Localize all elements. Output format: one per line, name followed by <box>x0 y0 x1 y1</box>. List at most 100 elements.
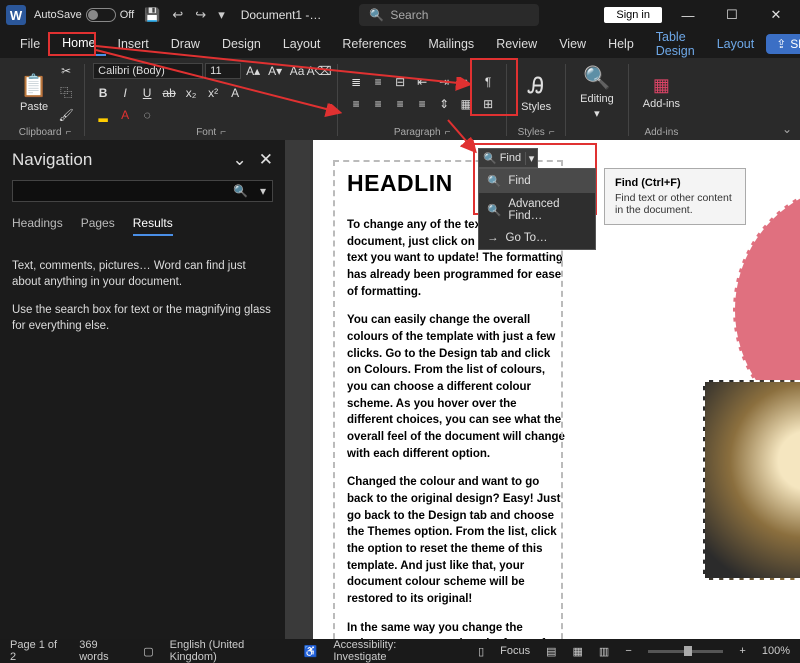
focus-mode-icon[interactable]: ▯ <box>478 645 484 658</box>
search-icon[interactable]: 🔍 <box>227 184 254 198</box>
minimize-button[interactable]: — <box>670 8 706 23</box>
justify-button[interactable]: ≡ <box>412 94 432 114</box>
chevron-down-icon[interactable]: ⌄ <box>233 150 247 170</box>
font-color-button[interactable]: A <box>115 105 135 125</box>
change-case-button[interactable]: Aa <box>287 61 307 81</box>
numbering-button[interactable]: ≡ <box>368 72 388 92</box>
food-image-placeholder[interactable] <box>703 380 800 580</box>
zoom-slider[interactable] <box>648 650 724 653</box>
styles-button[interactable]: Ꭿ Styles <box>515 69 557 117</box>
clear-format-button[interactable]: A⌫ <box>309 61 329 81</box>
shrink-font-button[interactable]: A▾ <box>265 61 285 81</box>
tab-table-design[interactable]: Table Design <box>646 26 705 62</box>
tab-mailings[interactable]: Mailings <box>418 33 484 55</box>
editing-label: Editing <box>580 93 614 105</box>
undo-icon[interactable]: ↩ <box>170 5 185 25</box>
indent-inc-button[interactable]: ⇥ <box>434 72 454 92</box>
multilevel-button[interactable]: ⊟ <box>390 72 410 92</box>
dialog-launcher-icon[interactable]: ⌐ <box>445 127 451 138</box>
tab-file[interactable]: File <box>10 33 50 55</box>
indent-dec-button[interactable]: ⇤ <box>412 72 432 92</box>
grow-font-button[interactable]: A▴ <box>243 61 263 81</box>
tab-home[interactable]: Home <box>52 32 105 56</box>
tab-layout[interactable]: Layout <box>273 33 331 55</box>
read-mode-icon[interactable]: ▤ <box>546 645 556 658</box>
text-effects-button[interactable]: A <box>225 83 245 103</box>
dialog-launcher-icon[interactable]: ⌐ <box>220 127 226 138</box>
editing-button[interactable]: 🔍 Editing ▾ <box>574 61 620 124</box>
zoom-out-icon[interactable]: − <box>625 645 631 657</box>
shading-button[interactable]: ▦ <box>456 94 476 114</box>
subscript-button[interactable]: x₂ <box>181 83 201 103</box>
bold-button[interactable]: B <box>93 83 113 103</box>
dialog-launcher-icon[interactable]: ⌐ <box>549 127 555 138</box>
menu-item-advanced-find[interactable]: 🔍Advanced Find… <box>479 193 595 227</box>
nav-tab-pages[interactable]: Pages <box>81 216 115 236</box>
nav-search-input[interactable] <box>13 185 227 197</box>
find-split-chevron[interactable]: ▾ <box>525 152 537 165</box>
tab-help[interactable]: Help <box>598 33 644 55</box>
zoom-in-icon[interactable]: + <box>739 645 745 657</box>
menu-item-goto[interactable]: →Go To… <box>479 227 595 249</box>
status-focus[interactable]: Focus <box>500 645 530 657</box>
bullets-button[interactable]: ≣ <box>346 72 366 92</box>
chevron-down-icon[interactable]: ▾ <box>254 184 272 198</box>
cut-button[interactable]: ✂ <box>56 61 76 81</box>
nav-tab-headings[interactable]: Headings <box>12 216 63 236</box>
collapse-ribbon-icon[interactable]: ⌄ <box>782 122 792 136</box>
tab-view[interactable]: View <box>549 33 596 55</box>
spellcheck-icon[interactable]: ▢ <box>143 645 153 658</box>
dialog-launcher-icon[interactable]: ⌐ <box>66 127 72 138</box>
line-spacing-button[interactable]: ⇕ <box>434 94 454 114</box>
superscript-button[interactable]: x² <box>203 83 223 103</box>
status-zoom[interactable]: 100% <box>762 645 790 657</box>
tab-insert[interactable]: Insert <box>108 33 159 55</box>
toggle-off-icon[interactable] <box>86 8 116 22</box>
close-button[interactable]: ✕ <box>758 7 794 23</box>
underline-button[interactable]: U <box>137 83 157 103</box>
align-center-button[interactable]: ≡ <box>368 94 388 114</box>
redo-icon[interactable]: ↪ <box>193 5 208 25</box>
autosave-toggle[interactable]: AutoSave Off <box>34 8 134 22</box>
status-accessibility[interactable]: Accessibility: Investigate <box>333 639 446 663</box>
nav-search-box[interactable]: 🔍 ▾ <box>12 180 273 202</box>
align-right-button[interactable]: ≡ <box>390 94 410 114</box>
status-words[interactable]: 369 words <box>79 639 127 663</box>
text-effects-2-button[interactable]: ◌ <box>137 105 157 125</box>
word-app-icon[interactable]: W <box>6 5 26 25</box>
strike-button[interactable]: ab <box>159 83 179 103</box>
tab-design[interactable]: Design <box>212 33 271 55</box>
sort-button[interactable]: ↕ <box>456 72 476 92</box>
web-layout-icon[interactable]: ▥ <box>599 645 609 658</box>
print-layout-icon[interactable]: ▦ <box>573 645 583 658</box>
font-name-select[interactable]: Calibri (Body) <box>93 63 203 79</box>
italic-button[interactable]: I <box>115 83 135 103</box>
accessibility-icon[interactable]: ♿ <box>304 645 318 658</box>
document-title[interactable]: Document1 -… <box>241 8 322 22</box>
maximize-button[interactable]: ☐ <box>714 7 750 23</box>
search-box[interactable]: 🔍 Search <box>359 4 539 26</box>
share-button[interactable]: ⇪ Share ▾ <box>766 34 800 54</box>
status-page[interactable]: Page 1 of 2 <box>10 639 63 663</box>
nav-tab-results[interactable]: Results <box>133 216 173 236</box>
align-left-button[interactable]: ≡ <box>346 94 366 114</box>
borders-button[interactable]: ⊞ <box>478 94 498 114</box>
signin-button[interactable]: Sign in <box>604 7 662 23</box>
menu-item-find[interactable]: 🔍Find <box>479 169 595 193</box>
qat-dropdown-icon[interactable]: ▾ <box>216 5 227 25</box>
addins-button[interactable]: ▦ Add-ins <box>637 71 686 114</box>
save-icon[interactable]: 💾 <box>142 5 162 25</box>
status-language[interactable]: English (United Kingdom) <box>170 639 288 663</box>
tab-review[interactable]: Review <box>486 33 547 55</box>
tab-references[interactable]: References <box>332 33 416 55</box>
highlight-button[interactable]: ▂ <box>93 105 113 125</box>
format-painter-button[interactable]: 🖌 <box>56 105 76 125</box>
tab-draw[interactable]: Draw <box>161 33 210 55</box>
font-size-select[interactable]: 11 <box>205 63 241 79</box>
copy-button[interactable]: ⿻ <box>56 83 76 103</box>
close-icon[interactable]: ✕ <box>259 150 273 170</box>
show-marks-button[interactable]: ¶ <box>478 72 498 92</box>
tab-layout-contextual[interactable]: Layout <box>707 33 765 55</box>
find-split-button[interactable]: 🔍Find ▾ <box>478 148 538 168</box>
paste-button[interactable]: 📋 Paste <box>14 69 54 117</box>
